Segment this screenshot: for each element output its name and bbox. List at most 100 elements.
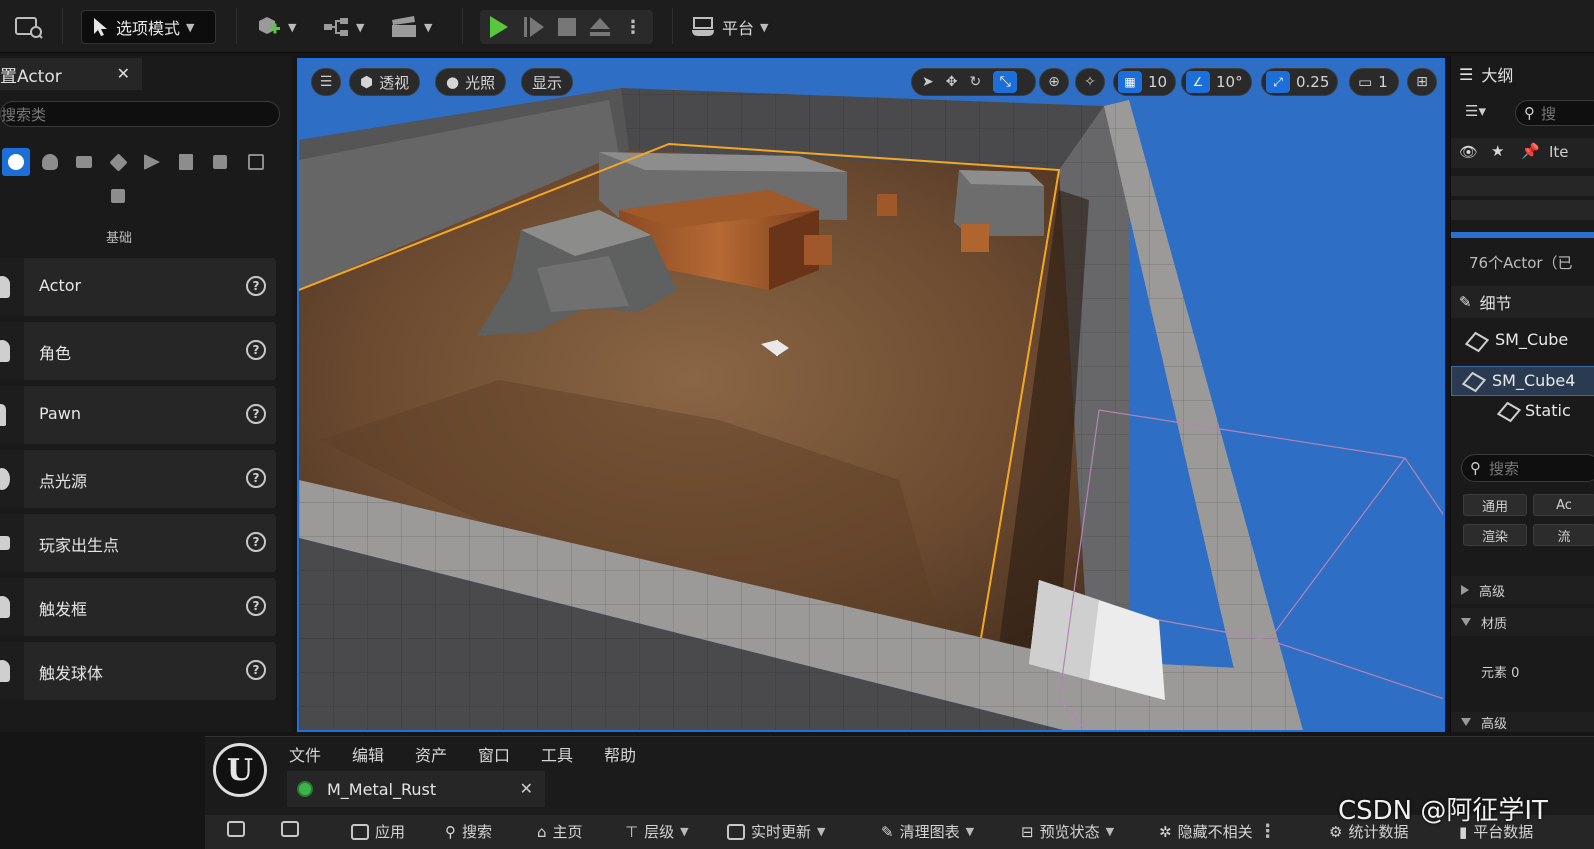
outliner-search-input[interactable]: ⚲ 搜 — [1515, 100, 1594, 126]
help-icon[interactable]: ? — [246, 596, 266, 616]
view-mode-button[interactable]: ⬢ 透视 — [349, 68, 421, 96]
help-icon[interactable]: ? — [246, 276, 266, 296]
live-update-button[interactable]: 实时更新 ▼ — [727, 821, 825, 842]
advanced-section-2[interactable]: 高级 — [1451, 712, 1594, 732]
apply-button[interactable]: 应用 — [351, 821, 405, 842]
advanced-section[interactable]: 高级 — [1451, 576, 1594, 604]
cinematics-button[interactable]: ▼ — [390, 10, 432, 44]
all-classes-category-icon[interactable] — [206, 148, 234, 176]
surface-snapping-icon[interactable]: ✧ — [1075, 68, 1105, 96]
blueprint-button[interactable]: ▼ — [322, 10, 364, 44]
component-tree-child[interactable]: Static — [1451, 398, 1594, 426]
eject-icon[interactable] — [590, 18, 610, 36]
actor-item-trigger-box[interactable]: 触发框 ? — [0, 578, 276, 636]
level-viewport[interactable]: ☰ ⬢ 透视 ● 光照 显示 ➤ ✥ ↻ ⤡ ⊕ ✧ ▦ 10 ∠ 10° ⤢ … — [297, 58, 1445, 732]
clean-graph-button[interactable]: ✎ 清理图表 ▼ — [881, 821, 974, 842]
outliner-selected-row[interactable] — [1451, 232, 1594, 238]
recent-category-icon[interactable] — [104, 182, 132, 210]
geometry-category-icon[interactable] — [138, 148, 166, 176]
more-options-icon[interactable]: ⋮ — [1259, 821, 1277, 842]
help-icon[interactable]: ? — [246, 532, 266, 552]
class-search-input[interactable]: 搜索类 — [0, 101, 280, 127]
volumes-category-icon[interactable] — [172, 148, 200, 176]
details-search-input[interactable]: ⚲ 搜索 — [1461, 454, 1594, 482]
help-icon[interactable]: ? — [246, 468, 266, 488]
actor-item-player-start[interactable]: 玩家出生点 ? — [0, 514, 276, 572]
save-icon[interactable] — [227, 821, 245, 837]
help-icon[interactable]: ? — [246, 404, 266, 424]
grid-snap-value: 10 — [1148, 73, 1168, 91]
material-icon — [297, 781, 313, 797]
actor-item-actor[interactable]: Actor ? — [0, 258, 276, 316]
chevron-down-icon: ▼ — [760, 20, 769, 34]
actor-item-character[interactable]: 角色 ? — [0, 322, 276, 380]
search-button[interactable]: ⚲ 搜索 — [445, 821, 492, 842]
outliner-row[interactable] — [1451, 176, 1594, 196]
content-browser-icon[interactable] — [14, 10, 44, 44]
scale-snap-button[interactable]: ⤢ 0.25 — [1261, 68, 1339, 96]
menu-edit[interactable]: 编辑 — [352, 742, 415, 766]
play-icon[interactable] — [490, 16, 508, 38]
lighting-mode-button[interactable]: ● 光照 — [435, 68, 507, 96]
shapes-category-icon[interactable] — [242, 148, 270, 176]
filter-render-chip[interactable]: 渲染 — [1463, 524, 1527, 546]
favorite-icon[interactable]: ★ — [1491, 142, 1504, 160]
translate-tool-icon[interactable]: ✥ — [946, 74, 958, 90]
select-tool-icon[interactable]: ➤ — [922, 74, 934, 90]
home-button[interactable]: ⌂ 主页 — [537, 821, 583, 842]
scale-tool-icon[interactable]: ⤡ — [993, 71, 1018, 93]
help-icon[interactable]: ? — [246, 660, 266, 680]
asset-tab[interactable]: M_Metal_Rust ✕ — [287, 771, 545, 807]
menu-tools[interactable]: 工具 — [541, 742, 604, 766]
skip-frame-icon[interactable] — [524, 17, 544, 37]
menu-help[interactable]: 帮助 — [604, 742, 667, 766]
outliner-header[interactable]: ☰ 大纲 — [1451, 58, 1594, 90]
coordinate-system-icon[interactable]: ⊕ — [1039, 68, 1069, 96]
add-actor-button[interactable]: ▼ — [256, 10, 296, 44]
filter-streaming-chip[interactable]: 流 — [1533, 524, 1594, 546]
actor-item-trigger-sphere[interactable]: 触发球体 ? — [0, 642, 276, 700]
filter-icon[interactable]: ☰▾ — [1465, 102, 1486, 120]
level-scene[interactable] — [299, 60, 1445, 732]
browse-icon[interactable] — [281, 821, 299, 837]
actor-item-pawn[interactable]: Pawn ? — [0, 386, 276, 444]
item-label-column[interactable]: Ite — [1549, 143, 1569, 161]
pin-icon[interactable]: 📌 — [1521, 142, 1540, 160]
help-icon[interactable]: ? — [246, 340, 266, 360]
close-icon[interactable]: ✕ — [520, 779, 533, 798]
menu-window[interactable]: 窗口 — [478, 742, 541, 766]
filter-actor-chip[interactable]: Ac — [1533, 494, 1594, 516]
actor-item-point-light[interactable]: 点光源 ? — [0, 450, 276, 508]
mode-select-button[interactable]: 选项模式 ▼ — [81, 10, 216, 44]
visual-effects-category-icon[interactable] — [104, 148, 132, 176]
visibility-icon[interactable]: 👁 — [1459, 143, 1478, 161]
materials-section[interactable]: 材质 — [1451, 608, 1594, 636]
place-actors-tab[interactable]: 置Actor ✕ — [0, 58, 142, 90]
more-options-icon[interactable]: ⋮ — [624, 17, 642, 38]
details-actor-row[interactable]: SM_Cube — [1451, 326, 1594, 356]
platforms-button[interactable]: 平台 ▼ — [690, 10, 768, 44]
lights-category-icon[interactable] — [36, 148, 64, 176]
cinematic-category-icon[interactable] — [70, 148, 98, 176]
component-tree-selected[interactable]: SM_Cube4 — [1451, 366, 1594, 396]
show-flags-button[interactable]: 显示 — [521, 68, 574, 96]
grid-snap-button[interactable]: ▦ 10 — [1113, 68, 1177, 96]
close-icon[interactable]: ✕ — [117, 64, 130, 83]
viewport-menu-icon[interactable]: ☰ — [311, 68, 341, 96]
menu-file[interactable]: 文件 — [289, 742, 352, 766]
details-header[interactable]: ✎ 细节 — [1451, 286, 1594, 318]
details-search-placeholder: 搜索 — [1489, 459, 1520, 478]
preview-state-button[interactable]: ⊟ 预览状态 ▼ — [1021, 821, 1114, 842]
basic-category-icon[interactable] — [2, 148, 30, 176]
rotation-snap-button[interactable]: ∠ 10° — [1181, 68, 1252, 96]
outliner-row[interactable] — [1451, 200, 1594, 220]
stop-icon[interactable] — [558, 18, 576, 36]
hide-unrelated-button[interactable]: ✲ 隐藏不相关 ⋮ — [1159, 821, 1277, 842]
unreal-logo-icon[interactable]: U — [213, 743, 267, 797]
rotate-tool-icon[interactable]: ↻ — [969, 74, 981, 90]
camera-speed-button[interactable]: ▭ 1 — [1349, 68, 1399, 96]
filter-general-chip[interactable]: 通用 — [1463, 494, 1527, 516]
hierarchy-button[interactable]: ⊤ 层级 ▼ — [625, 821, 689, 842]
viewport-layout-icon[interactable]: ⊞ — [1407, 68, 1437, 96]
menu-asset[interactable]: 资产 — [415, 742, 478, 766]
